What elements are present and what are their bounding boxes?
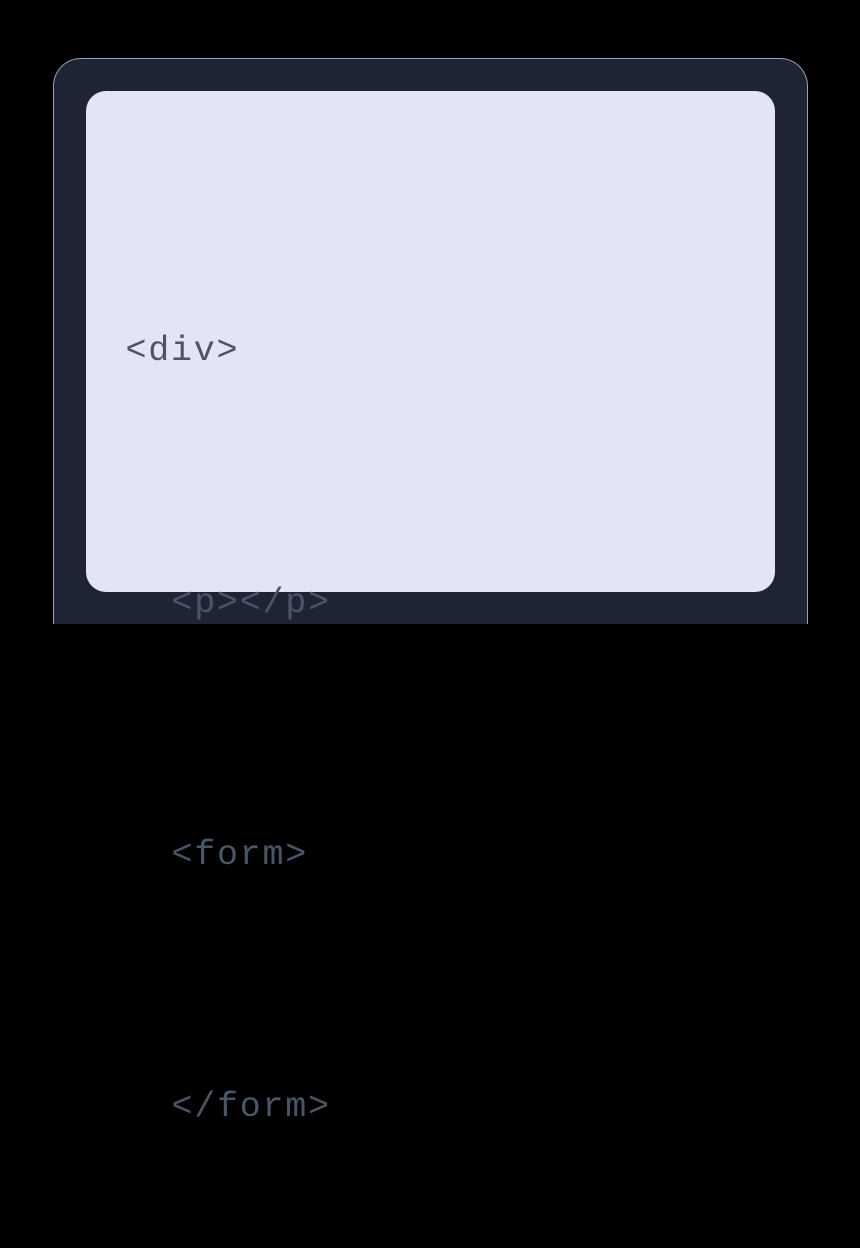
code-content-panel: <div> <p></p> <form> </form> </div> [86,91,775,592]
code-window-frame: <div> <p></p> <form> </form> </div> [53,58,808,624]
code-block: <div> <p></p> <form> </form> </div> [126,141,735,1248]
code-line-4: </form> [126,1065,735,1149]
code-line-1: <div> [126,309,735,393]
code-line-2: <p></p> [126,561,735,645]
code-line-3: <form> [126,813,735,897]
